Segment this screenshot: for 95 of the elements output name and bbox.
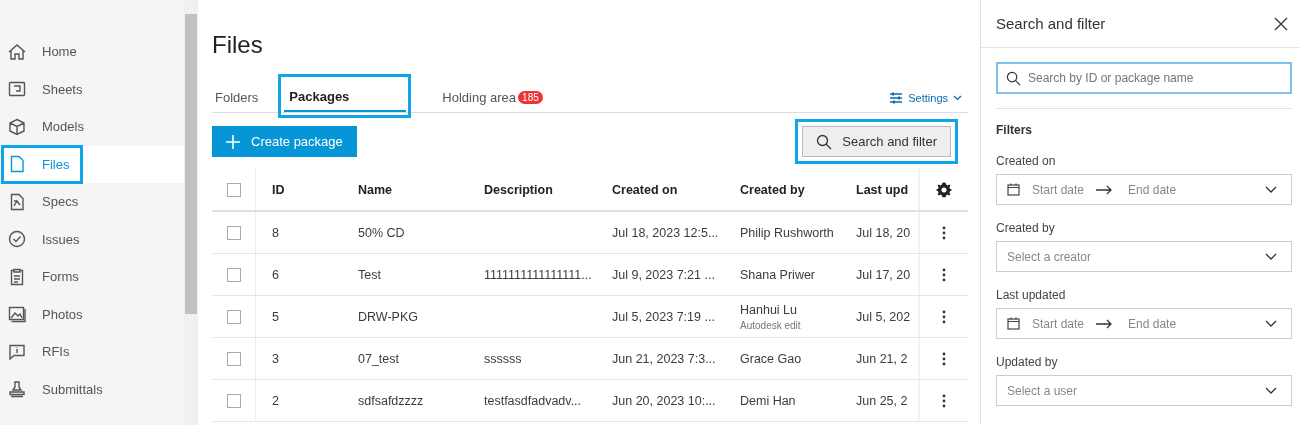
table-cell: Jul 9, 2023 7:21 ... — [612, 267, 715, 282]
row-checkbox[interactable] — [226, 267, 241, 282]
table-cell: 8 — [272, 225, 279, 240]
table-cell: Jun 25, 2 — [856, 393, 908, 408]
nav-item[interactable]: Submittals — [0, 370, 184, 408]
tab[interactable]: Packages — [284, 83, 407, 112]
table-cell: 07_test — [358, 351, 399, 366]
house-icon — [7, 41, 27, 62]
table-cell: Jun 20, 2023 10:... — [612, 393, 716, 408]
table-cell: Jul 18, 20 — [856, 225, 911, 240]
table-cell: 2 — [272, 393, 279, 408]
column-header[interactable]: Created on — [612, 182, 678, 197]
select-field[interactable]: Select a user — [996, 375, 1292, 406]
chevron-down-icon — [1265, 253, 1277, 260]
filter-label: Last updated — [996, 288, 1067, 302]
column-header[interactable]: Created by — [740, 182, 805, 197]
select-field[interactable]: Select a creator — [996, 241, 1292, 272]
table-cell: Shana Priwer — [740, 267, 816, 282]
table-cell: 5 — [272, 309, 279, 324]
table-cell: Jul 18, 2023 12:5... — [612, 225, 719, 240]
nav-item[interactable]: Specs — [0, 183, 184, 221]
filter-label: Created on — [996, 154, 1057, 168]
scrollbar-thumb[interactable] — [185, 14, 197, 314]
close-icon[interactable] — [1274, 16, 1288, 31]
image-icon — [7, 304, 27, 325]
search-and-filter-button[interactable]: Search and filter — [802, 126, 951, 157]
chevron-down-icon — [953, 94, 962, 101]
table-cell: 6 — [272, 267, 279, 282]
table-cell: DRW-PKG — [358, 309, 418, 324]
row-checkbox[interactable] — [226, 309, 241, 324]
table-cell: 1111111111111111... — [484, 267, 592, 282]
nav-item[interactable]: RFIs — [0, 333, 184, 371]
count-badge: 185 — [518, 91, 543, 104]
tab[interactable]: Folders — [212, 83, 262, 112]
chevron-down-icon — [1265, 320, 1277, 327]
arrow-right-icon — [1096, 184, 1113, 195]
table-cell: Jul 5, 202 — [856, 309, 911, 324]
select-all-checkbox[interactable] — [226, 182, 241, 197]
row-checkbox[interactable] — [226, 351, 241, 366]
chevron-down-icon — [1265, 387, 1277, 394]
table-cell: Demi Han — [740, 393, 796, 408]
stamp-icon — [7, 379, 27, 400]
table-cell: Test — [358, 267, 381, 282]
table-cell: Philip Rushworth — [740, 225, 834, 240]
arrow-right-icon — [1096, 318, 1113, 329]
panel-title: Search and filter — [996, 15, 1106, 32]
table-cell-text: Hanhui Lu — [740, 302, 798, 317]
plus-icon — [226, 134, 240, 149]
more-options-icon[interactable] — [942, 393, 946, 408]
more-options-icon[interactable] — [942, 309, 946, 324]
column-header[interactable]: Last upd — [856, 182, 909, 197]
date-range-field[interactable]: Start date End date — [996, 174, 1292, 205]
settings-link[interactable]: Settings — [889, 91, 968, 104]
search-icon — [1006, 71, 1021, 86]
filters-heading: Filters — [996, 123, 1033, 137]
table-cell: 50% CD — [358, 225, 405, 240]
table-cell: Jun 21, 2 — [856, 351, 908, 366]
row-checkbox[interactable] — [226, 225, 241, 240]
creator-note: Autodesk edit — [740, 319, 802, 331]
search-icon — [816, 133, 833, 150]
tab[interactable]: Holding area 185 — [439, 83, 546, 112]
nav-item[interactable]: Sheets — [0, 70, 184, 108]
calendar-icon — [1007, 317, 1020, 330]
scrollbar[interactable] — [184, 0, 198, 425]
filter-label: Updated by — [996, 355, 1059, 369]
table-cell: Grace Gao — [740, 351, 802, 366]
calendar-icon — [1007, 183, 1020, 196]
nav-item[interactable]: Issues — [0, 220, 184, 258]
column-header[interactable]: ID — [272, 182, 285, 197]
settings-icon[interactable] — [936, 181, 952, 198]
nav-item[interactable]: Forms — [0, 258, 184, 296]
filter-label: Created by — [996, 221, 1056, 235]
search-field[interactable]: Search by ID or package name — [996, 62, 1292, 94]
sliders-icon — [889, 91, 904, 104]
row-checkbox[interactable] — [226, 393, 241, 408]
more-options-icon[interactable] — [942, 225, 946, 240]
table-cell: sdfsafdzzzz — [358, 393, 424, 408]
column-header[interactable]: Description — [484, 182, 553, 197]
column-header[interactable]: Name — [358, 182, 393, 197]
date-range-field[interactable]: Start date End date — [996, 308, 1292, 339]
nav-item[interactable]: Photos — [0, 295, 184, 333]
chevron-down-icon — [1265, 186, 1277, 193]
check-circle-icon — [7, 229, 27, 250]
table-cell: Jul 5, 2023 7:19 ... — [612, 309, 715, 324]
table-cell: Jun 21, 2023 7:3... — [612, 351, 716, 366]
table-cell: 3 — [272, 351, 279, 366]
table-cell: Jul 17, 20 — [856, 267, 911, 282]
table-cell: ssssss — [484, 351, 522, 366]
page-title: Files — [212, 31, 264, 59]
cube-icon — [7, 116, 27, 137]
table-cell: testfasdfadvadv... — [484, 393, 582, 408]
nav-item[interactable]: Models — [0, 108, 184, 146]
more-options-icon[interactable] — [942, 351, 946, 366]
more-options-icon[interactable] — [942, 267, 946, 282]
nav-item[interactable]: Home — [0, 33, 184, 71]
